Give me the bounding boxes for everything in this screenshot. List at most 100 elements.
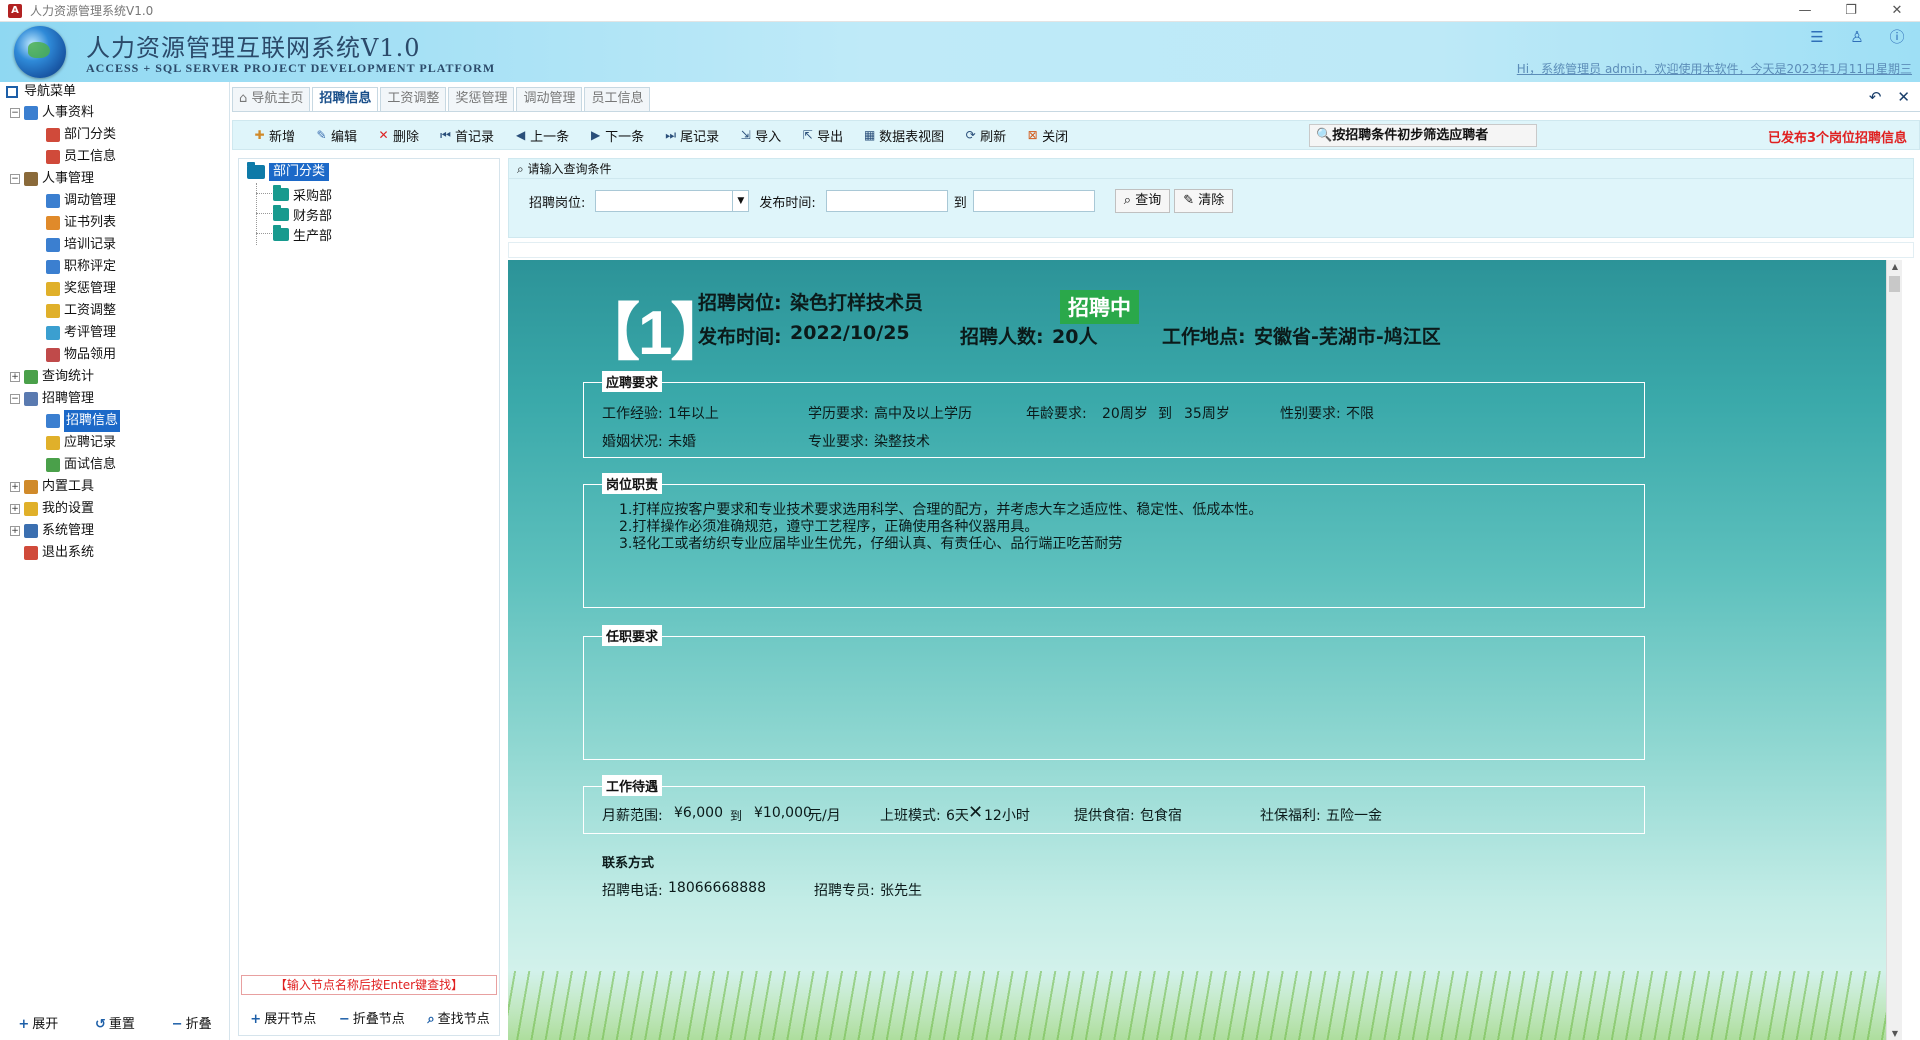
nav-item[interactable]: 员工信息 xyxy=(0,146,229,168)
scroll-thumb[interactable] xyxy=(1889,276,1900,292)
nav-item[interactable]: 调动管理 xyxy=(0,190,229,212)
nav-item-icon xyxy=(24,502,38,516)
minimize-icon[interactable]: — xyxy=(1782,0,1828,22)
nav-reset-button[interactable]: ↺ 重置 xyxy=(95,1013,135,1032)
dept-node-purchasing[interactable]: 采购部 xyxy=(273,185,332,204)
chevron-down-icon[interactable]: ▼ xyxy=(732,191,748,211)
scroll-up-icon[interactable]: ▲ xyxy=(1887,260,1902,274)
find-node-button[interactable]: ⌕ 查找节点 xyxy=(427,1008,489,1027)
nav-expand-button[interactable]: + 展开 xyxy=(18,1013,58,1032)
collapse-icon[interactable]: − xyxy=(10,174,20,184)
position-select[interactable]: ▼ xyxy=(595,190,750,212)
tab[interactable]: 员工信息 xyxy=(584,87,651,111)
location-value: 安徽省-芜湖市-鸠江区 xyxy=(1254,326,1441,348)
nav-item[interactable]: 工资调整 xyxy=(0,300,229,322)
back-icon[interactable]: ↶ xyxy=(1869,88,1882,106)
collapse-icon[interactable]: − xyxy=(10,108,20,118)
expand-icon[interactable]: + xyxy=(10,372,20,382)
window-titlebar: A 人力资源管理系统V1.0 — ❐ ✕ xyxy=(0,0,1920,22)
nav-item-label: 职称评定 xyxy=(64,259,117,274)
nav-item[interactable]: 考评管理 xyxy=(0,322,229,344)
last-record-button[interactable]: ⏭ 尾记录 xyxy=(664,126,719,145)
vertical-scrollbar[interactable]: ▲ ▼ xyxy=(1886,260,1902,1040)
benefits-caption: 工作待遇 xyxy=(602,775,663,796)
publish-time-to-input[interactable] xyxy=(972,190,1095,212)
nav-item-icon xyxy=(46,150,60,164)
nav-item-icon xyxy=(46,458,60,472)
nav-item[interactable]: 物品领用 xyxy=(0,344,229,366)
list-icon[interactable]: ☰ xyxy=(1808,28,1826,46)
nav-item[interactable]: + 内置工具 xyxy=(0,476,229,498)
restore-icon[interactable]: ❐ xyxy=(1828,0,1874,22)
collapse-icon[interactable]: − xyxy=(10,394,20,404)
nav-item[interactable]: 招聘信息 xyxy=(0,410,229,432)
dept-node-finance[interactable]: 财务部 xyxy=(273,205,332,224)
nav-item[interactable]: 退出系统 xyxy=(0,542,229,564)
nav-item[interactable]: + 我的设置 xyxy=(0,498,229,520)
node-search-hint[interactable]: 【输入节点名称后按Enter键查找】 xyxy=(241,975,497,995)
nav-item[interactable]: + 查询统计 xyxy=(0,366,229,388)
close-button[interactable]: ⊠ 关闭 xyxy=(1026,126,1069,145)
tab[interactable]: ⌂ 导航主页 xyxy=(232,87,311,111)
nav-item[interactable]: 应聘记录 xyxy=(0,432,229,454)
age-label: 年龄要求: xyxy=(1026,406,1087,422)
tree-line xyxy=(256,233,272,234)
clear-button[interactable]: ✎ 清除 xyxy=(1174,189,1234,213)
tab[interactable]: 奖惩管理 xyxy=(448,87,515,111)
expand-icon[interactable]: + xyxy=(10,526,20,536)
expand-icon[interactable]: + xyxy=(10,482,20,492)
new-button[interactable]: ✚ 新增 xyxy=(253,126,295,145)
nav-item[interactable]: − 招聘管理 xyxy=(0,388,229,410)
nav-item-icon xyxy=(24,370,38,384)
nav-item[interactable]: 培训记录 xyxy=(0,234,229,256)
job-detail-panel: ▲ ▼ 【1】 招聘岗位: 染色打样技术员 招聘中 发布时间: 2022/10/… xyxy=(508,260,1902,1040)
tab[interactable]: 工资调整 xyxy=(380,87,447,111)
scroll-down-icon[interactable]: ▼ xyxy=(1887,1027,1902,1040)
nav-item[interactable]: − 人事资料 xyxy=(0,102,229,124)
info-icon[interactable]: ⓘ xyxy=(1888,28,1906,46)
gender-value: 不限 xyxy=(1346,406,1374,422)
next-button[interactable]: ▶ 下一条 xyxy=(589,126,644,145)
phone-value[interactable]: 18066668888 xyxy=(668,880,766,896)
salary-to-label: 到 xyxy=(730,809,743,823)
edit-button[interactable]: ✎ 编辑 xyxy=(315,126,357,145)
close-tab-icon[interactable]: ✕ xyxy=(1897,88,1910,106)
refresh-button[interactable]: ⟳ 刷新 xyxy=(964,126,1007,145)
first-record-button[interactable]: ⏮ 首记录 xyxy=(439,126,494,145)
nav-item[interactable]: − 人事管理 xyxy=(0,168,229,190)
delete-button[interactable]: ✕ 删除 xyxy=(377,126,420,145)
nav-item[interactable]: + 系统管理 xyxy=(0,520,229,542)
nav-item[interactable]: 面试信息 xyxy=(0,454,229,476)
tab[interactable]: 招聘信息 xyxy=(312,87,379,111)
collapse-node-button[interactable]: − 折叠节点 xyxy=(339,1008,405,1027)
expand-icon[interactable]: + xyxy=(10,504,20,514)
nav-item[interactable]: 部门分类 xyxy=(0,124,229,146)
prev-button[interactable]: ◀ 上一条 xyxy=(514,126,569,145)
nav-item[interactable]: 职称评定 xyxy=(0,256,229,278)
nav-collapse-button[interactable]: − 折叠 xyxy=(172,1013,212,1032)
app-icon: A xyxy=(8,3,22,18)
toolbar-button-label: 数据表视图 xyxy=(879,129,945,145)
import-button[interactable]: ⇲ 导入 xyxy=(739,126,782,145)
welcome-message[interactable]: Hi，系统管理员 admin，欢迎使用本软件，今天是2023年1月11日星期三 xyxy=(1517,60,1912,77)
nav-item-label: 证书列表 xyxy=(64,215,117,230)
position-label: 招聘岗位: xyxy=(529,195,586,211)
publish-time-from-input[interactable] xyxy=(825,190,948,212)
dept-root-node[interactable]: 部门分类 xyxy=(247,162,330,181)
nav-item[interactable]: 证书列表 xyxy=(0,212,229,234)
datasheet-button[interactable]: ▦ 数据表视图 xyxy=(863,126,944,145)
datasheet-icon: ▦ xyxy=(863,127,876,142)
close-window-icon[interactable]: ✕ xyxy=(1874,0,1920,22)
tab[interactable]: 调动管理 xyxy=(516,87,583,111)
expand-node-button[interactable]: + 展开节点 xyxy=(250,1008,316,1027)
insurance-label: 社保福利: xyxy=(1260,808,1321,824)
dept-node-production[interactable]: 生产部 xyxy=(273,225,332,244)
filter-applicants-button[interactable]: 🔍按招聘条件初步筛选应聘者 xyxy=(1309,124,1537,147)
next-icon: ▶ xyxy=(590,127,601,142)
search-button[interactable]: ⌕ 查询 xyxy=(1114,189,1171,213)
export-button[interactable]: ⇱ 导出 xyxy=(801,126,844,145)
requirements-caption: 应聘要求 xyxy=(602,371,663,392)
education-label: 学历要求: xyxy=(808,406,869,422)
nav-item[interactable]: 奖惩管理 xyxy=(0,278,229,300)
user-icon[interactable]: ♙ xyxy=(1848,28,1866,46)
